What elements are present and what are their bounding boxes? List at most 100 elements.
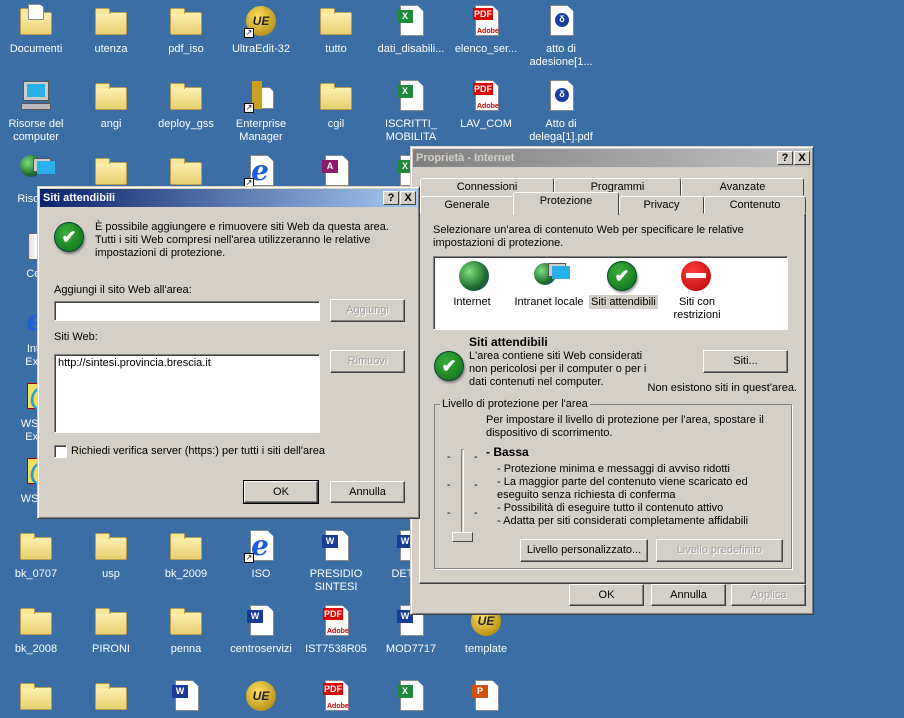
desktop-icon[interactable]: cgil	[298, 79, 374, 131]
desktop-icon[interactable]: PDF Adobe	[298, 679, 374, 718]
tab-protezione[interactable]: Protezione	[513, 192, 619, 215]
desktop-icon[interactable]: usp	[73, 529, 149, 581]
help-button[interactable]: ?	[383, 191, 399, 205]
add-site-input[interactable]	[54, 301, 320, 321]
doc-icon: δ	[544, 79, 578, 113]
desktop-icon-label: template	[464, 643, 508, 655]
remove-button[interactable]: Rimuovi	[330, 350, 405, 373]
desktop-icon[interactable]: PDF Adobe IST7538R05	[298, 604, 374, 656]
zone-internet[interactable]: Internet	[438, 259, 506, 308]
desktop-icon[interactable]: X	[373, 679, 449, 718]
desktop-icon[interactable]: bk_2009	[148, 529, 224, 581]
default-level-button[interactable]: Livello predefinito	[656, 539, 783, 562]
zone-label: Siti con restrizioni	[673, 296, 721, 321]
sites-button[interactable]: Siti...	[703, 350, 788, 373]
desktop-icon[interactable]: W PRESIDIO SINTESI	[298, 529, 374, 594]
tab-privacy[interactable]: Privacy	[619, 196, 704, 214]
https-label: Richiedi verifica server (https:) per tu…	[71, 445, 325, 457]
sites-list[interactable]: http://sintesi.provincia.brescia.it	[54, 354, 320, 433]
desktop-icon[interactable]: angi	[73, 79, 149, 131]
title-bar: Siti attendibili ? X	[40, 189, 417, 207]
restricted-icon	[681, 261, 711, 291]
level-hint: Per impostare il livello di protezione p…	[486, 414, 764, 439]
folder-icon	[94, 154, 128, 188]
desktop-icon-label: PIRONI	[92, 643, 130, 655]
desktop-icon[interactable]: UE	[223, 679, 299, 718]
zone-description: L'area contiene siti Web considerati non…	[469, 350, 647, 388]
slider-ticks: ---	[474, 451, 478, 519]
zone-intranet[interactable]: Intranet locale	[510, 259, 588, 308]
desktop-icon-label: usp	[102, 568, 120, 580]
desktop-icon-label: elenco_ser...	[454, 43, 518, 55]
globe-icon	[459, 261, 489, 291]
ok-button[interactable]: OK	[569, 584, 644, 606]
desktop-icon-label: bk_0707	[14, 568, 58, 580]
check-icon: ✔	[434, 351, 464, 381]
desktop-icon-label: MOD7717	[385, 643, 437, 655]
desktop-icon[interactable]: pdf_iso	[148, 4, 224, 56]
desktop-icon[interactable]: UE ↗ UltraEdit-32	[223, 4, 299, 56]
tab-avanzate[interactable]: Avanzate	[681, 178, 804, 196]
desktop-icon-label: Enterprise Manager	[235, 118, 287, 143]
tab-generale[interactable]: Generale	[420, 196, 514, 214]
enterprise-manager-icon: ↗	[244, 79, 278, 113]
desktop-icon[interactable]: bk_0707	[0, 529, 74, 581]
cancel-button[interactable]: Annulla	[330, 481, 405, 503]
desktop-icon[interactable]	[73, 679, 149, 718]
desktop-icon[interactable]: Wcentroservizi	[223, 604, 299, 656]
close-button[interactable]: X	[794, 151, 810, 165]
zone-trusted[interactable]: ✔ Siti attendibili	[589, 259, 658, 309]
ue-shortcut-icon: UE ↗	[244, 4, 278, 38]
tab-contenuto[interactable]: Contenuto	[704, 196, 806, 214]
slider-thumb[interactable]	[452, 532, 473, 542]
ie-shortcut-icon: e ↗	[244, 529, 278, 563]
desktop-icon[interactable]: utenza	[73, 4, 149, 56]
desktop-icon-label: penna	[170, 643, 202, 655]
add-button[interactable]: Aggiungi	[330, 299, 405, 322]
excel-icon: X	[394, 79, 428, 113]
desktop-icon[interactable]: PIRONI	[73, 604, 149, 656]
desktop-icon-label: utenza	[94, 43, 128, 55]
list-item[interactable]: http://sintesi.provincia.brescia.it	[58, 357, 316, 369]
desktop-icon-label: deploy_gss	[158, 118, 214, 130]
ppt-icon: P	[469, 679, 503, 713]
custom-level-button[interactable]: Livello personalizzato...	[520, 539, 648, 562]
desktop-icon[interactable]: penna	[148, 604, 224, 656]
folder-icon	[19, 679, 53, 713]
desktop-icon[interactable]: Xdati_disabili...	[373, 4, 449, 56]
https-checkbox[interactable]	[54, 445, 67, 458]
close-button[interactable]: X	[400, 191, 416, 205]
desktop-icon[interactable]: e ↗ ISO	[223, 529, 299, 581]
desktop-icon[interactable]: δ atto di adesione[1...	[523, 4, 599, 69]
slider-ticks: ---	[447, 451, 451, 519]
desktop-icon[interactable]: PDF Adobe LAV_COM	[448, 79, 524, 131]
desktop-icon[interactable]: tutto	[298, 4, 374, 56]
folder-icon	[19, 604, 53, 638]
desktop-icon-label: Risorse del computer	[8, 118, 64, 143]
desktop-icon[interactable]: bk_2008	[0, 604, 74, 656]
help-button[interactable]: ?	[777, 151, 793, 165]
desktop-icon[interactable]: P	[448, 679, 524, 718]
desktop-icon-label: centroservizi	[230, 643, 292, 655]
folder-icon	[94, 529, 128, 563]
apply-button[interactable]: Applica	[731, 584, 806, 606]
cancel-button[interactable]: Annulla	[651, 584, 726, 606]
group-legend: Livello di protezione per l'area	[440, 398, 590, 410]
desktop-icon[interactable]: W	[148, 679, 224, 718]
zone-restricted[interactable]: Siti con restrizioni	[663, 259, 731, 322]
desktop-icon[interactable]: δ Atto di delega[1].pdf	[523, 79, 599, 144]
desktop-icon[interactable]: X ISCRITTI_ MOBILITA	[373, 79, 449, 144]
folder-icon	[169, 79, 203, 113]
desktop-icon[interactable]: deploy_gss	[148, 79, 224, 131]
desktop-icon-label: Documenti	[9, 43, 63, 55]
desktop-icon-label: tutto	[325, 43, 347, 55]
pdf-icon: PDF Adobe	[469, 79, 503, 113]
ok-button[interactable]: OK	[243, 480, 319, 504]
desktop-icon[interactable]: Documenti	[0, 4, 74, 56]
folder-icon	[94, 679, 128, 713]
desktop-icon[interactable]	[0, 679, 74, 718]
desktop-icon[interactable]: Risorse del computer	[0, 79, 74, 144]
mydocs-icon	[19, 4, 53, 38]
desktop-icon[interactable]: ↗ Enterprise Manager	[223, 79, 299, 144]
desktop-icon[interactable]: PDF Adobe elenco_ser...	[448, 4, 524, 56]
